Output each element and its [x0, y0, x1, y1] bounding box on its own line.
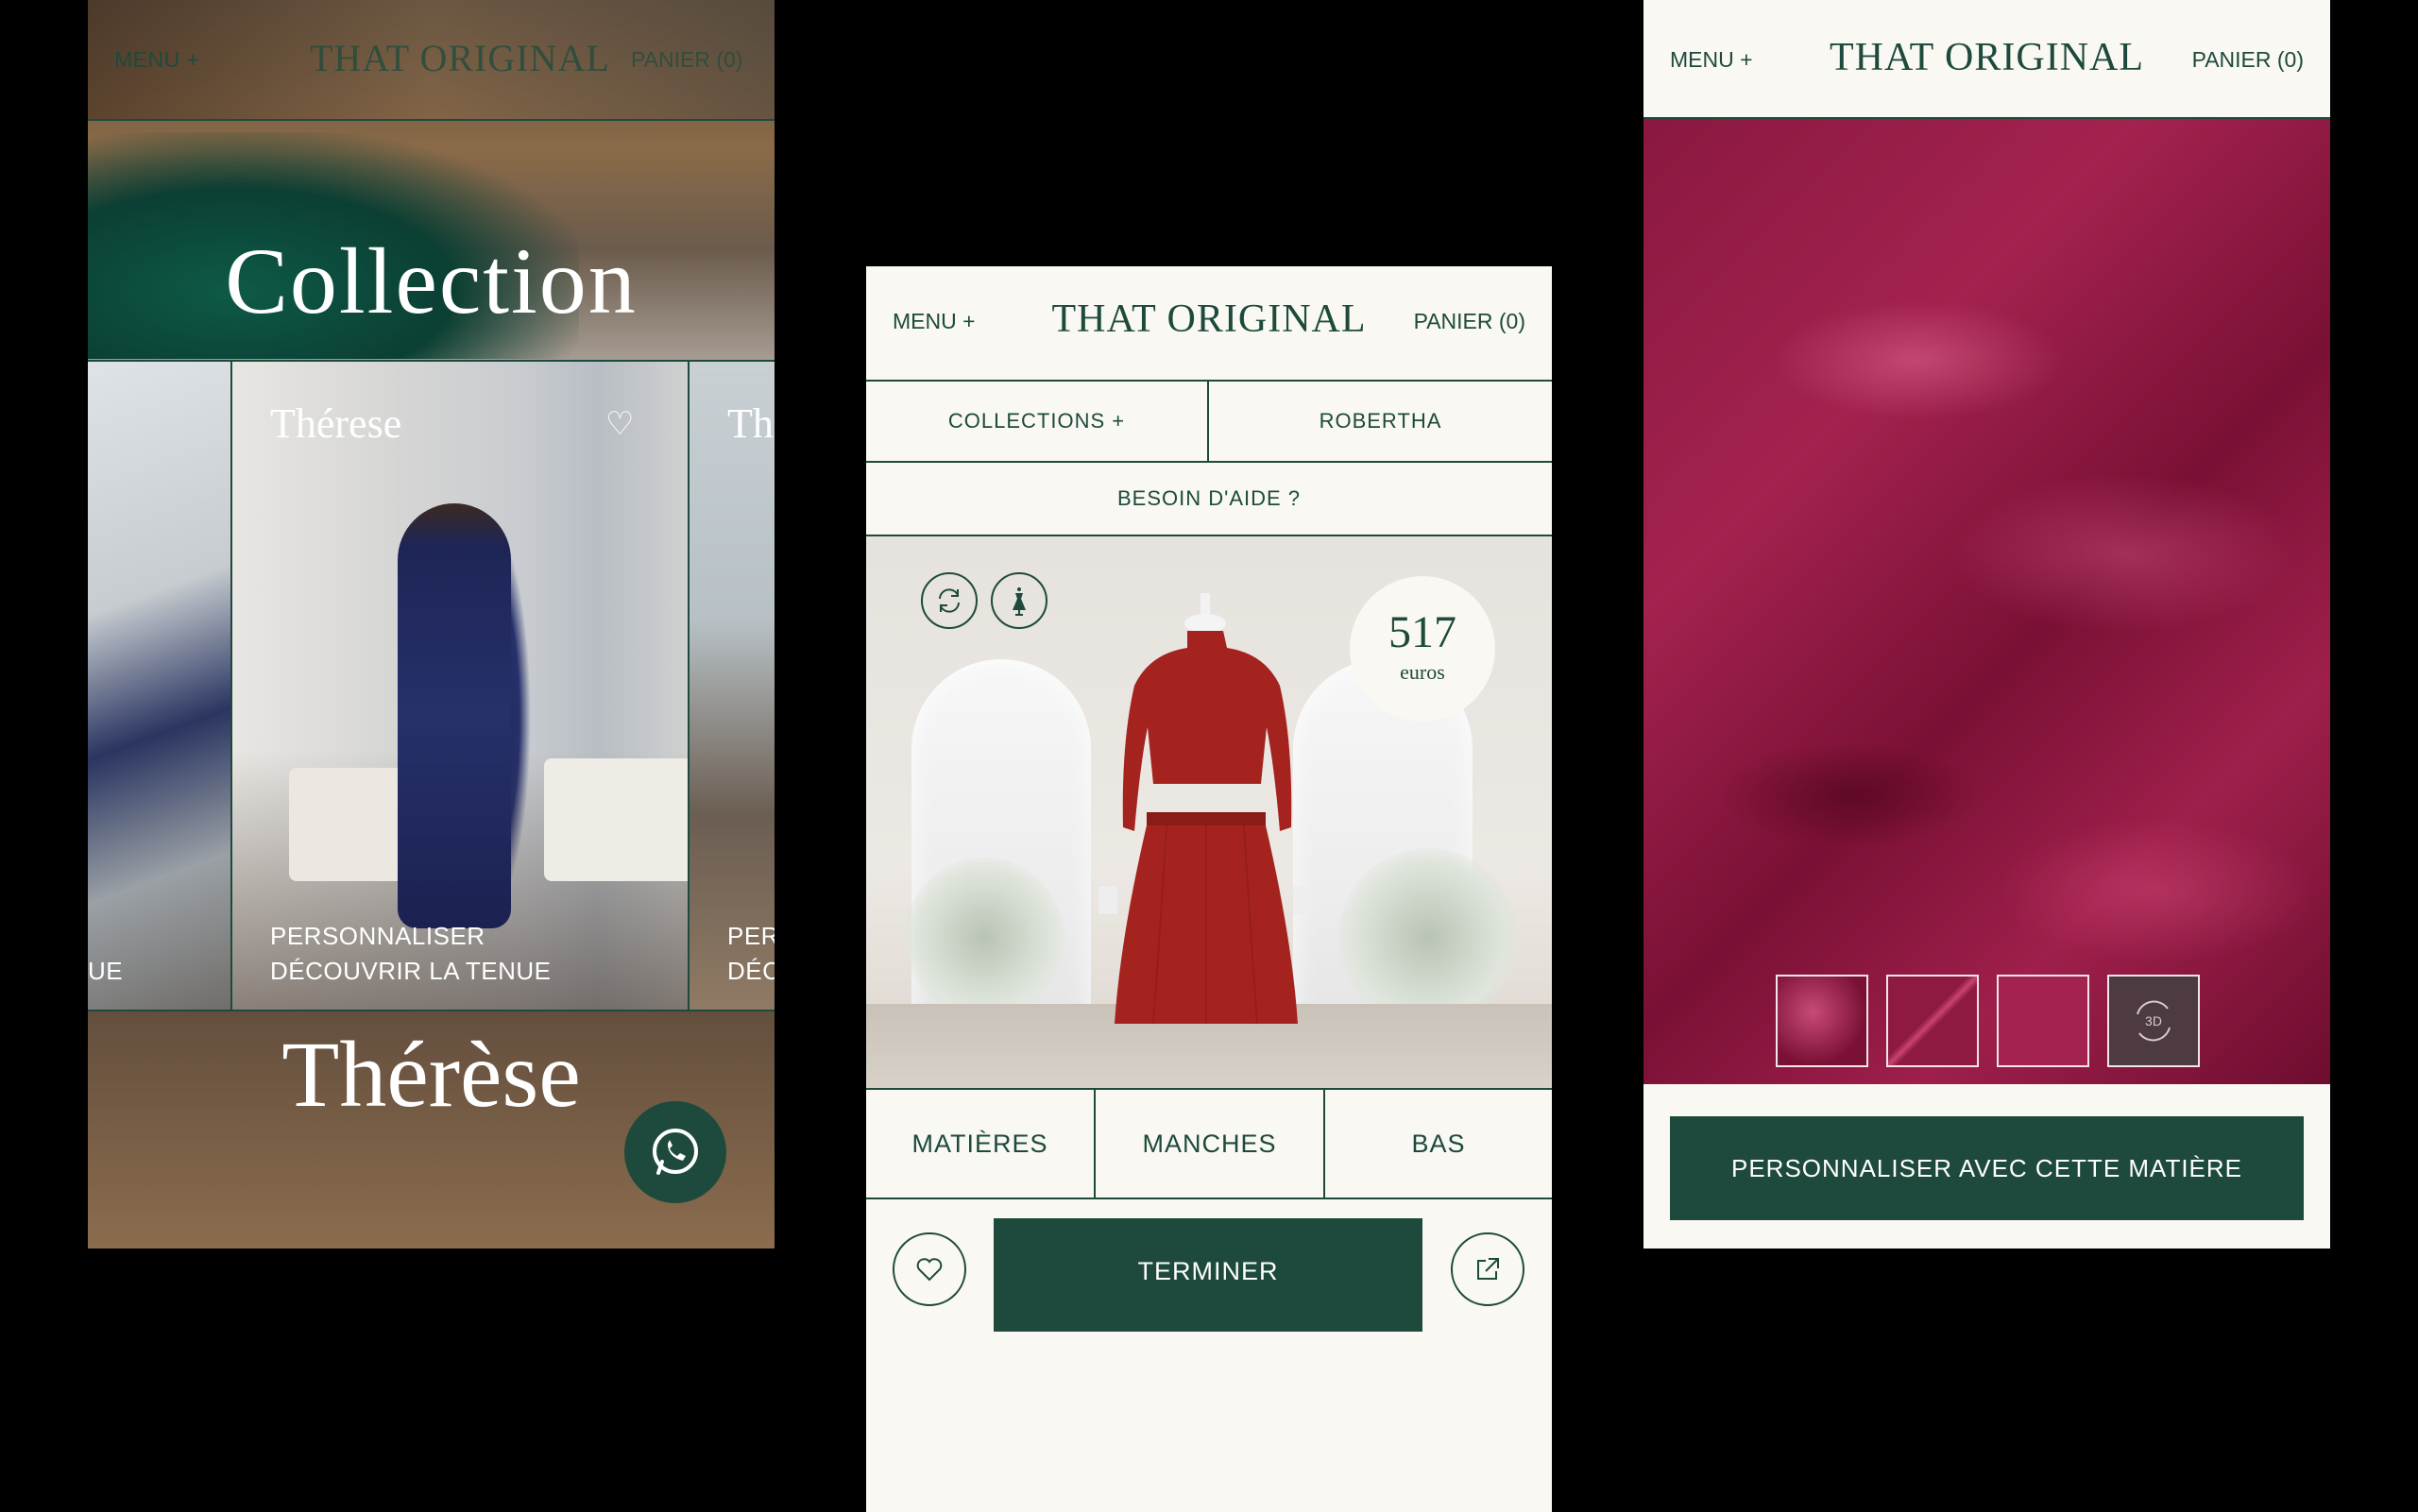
help-button[interactable]: BESOIN D'AIDE ?	[866, 463, 1552, 536]
product-photo	[690, 362, 775, 1010]
dress-on-mannequin	[1098, 593, 1312, 1025]
customize-link[interactable]: PERSONNALISER	[270, 922, 485, 951]
customize-with-material-button[interactable]: PERSONNALISER AVEC CETTE MATIÈRE	[1670, 1116, 2304, 1220]
collection-model-bar: COLLECTIONS + ROBERTHA	[866, 382, 1552, 463]
swatch-3d-label: 3D	[2145, 1013, 2162, 1028]
right-screen-material: MENU + THAT ORIGINAL PANIER (0) 3D PERSO…	[1643, 0, 2330, 1249]
right-header: MENU + THAT ORIGINAL PANIER (0)	[1643, 0, 2330, 119]
swatch-3d-view[interactable]: 3D	[2107, 975, 2200, 1067]
tab-materials[interactable]: MATIÈRES	[866, 1090, 1096, 1198]
product-name: Th	[727, 400, 774, 447]
swatch-flat[interactable]	[1997, 975, 2089, 1067]
action-bar: TERMINER	[866, 1198, 1552, 1512]
swatch-drape[interactable]	[1776, 975, 1868, 1067]
swatch-diagonal[interactable]	[1886, 975, 1979, 1067]
heart-icon[interactable]: ♡	[605, 405, 634, 443]
fabric-preview	[1643, 119, 2330, 1084]
product-name: Thérese	[270, 400, 402, 447]
brand-logo[interactable]: THAT ORIGINAL	[310, 36, 610, 80]
customize-link[interactable]: PER	[727, 922, 775, 951]
rotate-3d-icon: 3D	[2137, 1000, 2171, 1042]
discover-outfit-link[interactable]: UE	[88, 957, 123, 986]
finish-button[interactable]: TERMINER	[994, 1218, 1422, 1332]
product-card[interactable]: Thérese ♡ PERSONNALISER DÉCOUVRIR LA TEN…	[230, 360, 757, 1011]
cart-button[interactable]: PANIER (0)	[2192, 47, 2304, 73]
collection-title: Collection	[225, 229, 638, 333]
tab-bottom[interactable]: BAS	[1325, 1090, 1552, 1198]
middle-screen-configurator: MENU + THAT ORIGINAL PANIER (0) COLLECTI…	[866, 266, 1552, 1512]
discover-outfit-link[interactable]: DÉCOUVRIR LA TENUE	[270, 957, 551, 986]
whatsapp-icon	[653, 1129, 698, 1175]
favorite-button[interactable]	[893, 1232, 966, 1306]
menu-button[interactable]: MENU +	[114, 47, 200, 73]
left-header: MENU + THAT ORIGINAL PANIER (0)	[88, 0, 775, 121]
model-figure	[398, 503, 511, 928]
discover-outfit-link[interactable]: DÉC	[727, 957, 775, 986]
share-button[interactable]	[1451, 1232, 1524, 1306]
cart-button[interactable]: PANIER (0)	[631, 47, 742, 73]
customization-tabs: MATIÈRES MANCHES BAS	[866, 1088, 1552, 1199]
model-name-button[interactable]: ROBERTHA	[1209, 382, 1552, 461]
whatsapp-button[interactable]	[624, 1101, 726, 1203]
middle-header: MENU + THAT ORIGINAL PANIER (0)	[866, 266, 1552, 382]
collections-dropdown[interactable]: COLLECTIONS +	[866, 382, 1209, 461]
product-card[interactable]: Th PER DÉC	[688, 360, 775, 1011]
dress-preview-stage: 517 euros	[866, 536, 1552, 1088]
tab-sleeves[interactable]: MANCHES	[1096, 1090, 1325, 1198]
share-icon	[1477, 1258, 1499, 1280]
left-screen-collection: MENU + THAT ORIGINAL PANIER (0) Collecti…	[88, 0, 775, 1249]
heart-icon	[916, 1258, 943, 1282]
cart-button[interactable]: PANIER (0)	[1414, 309, 1525, 334]
